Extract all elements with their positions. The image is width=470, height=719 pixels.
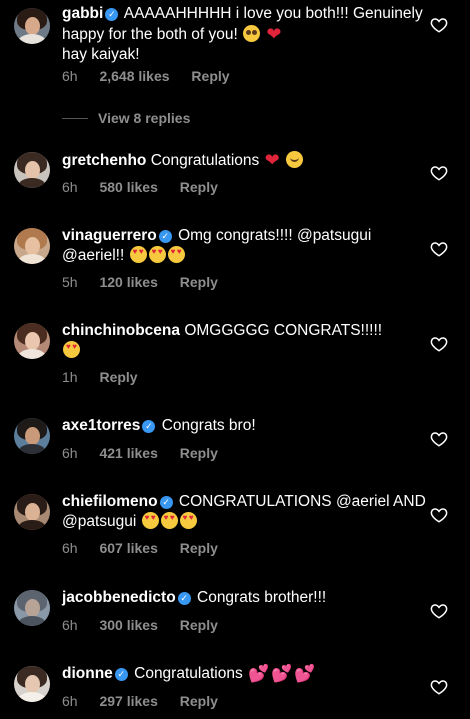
comment-time: 6h (62, 693, 78, 709)
verified-badge-icon: ✓ (158, 230, 172, 243)
like-heart-icon[interactable] (430, 506, 448, 524)
username[interactable]: vinaguerrero (62, 227, 157, 244)
comment-body: vinaguerrero ✓ Omg congrats!!!! @patsugui… (62, 226, 432, 266)
likes-count[interactable]: 297 likes (99, 693, 157, 709)
comment-body: axe1torres ✓ Congrats bro! (62, 416, 432, 436)
comment-text: Congratulations (150, 152, 260, 169)
avatar[interactable] (14, 228, 50, 264)
comment-meta: 6h 300 likes Reply (62, 617, 236, 633)
two-hearts-emoji-icon: 💕 (294, 664, 316, 683)
comment-text-line-2: hay kaiyak! (62, 46, 140, 63)
reply-button[interactable]: Reply (180, 445, 218, 461)
comment-meta: 6h 607 likes Reply (62, 540, 236, 556)
likes-count[interactable]: 2,648 likes (99, 68, 169, 84)
comment-time: 5h (62, 274, 78, 290)
likes-count[interactable]: 300 likes (99, 617, 157, 633)
comment-text: Congrats bro! (161, 417, 256, 434)
avatar[interactable] (14, 8, 50, 44)
comment-meta: 1h Reply (62, 369, 156, 385)
like-heart-icon[interactable] (430, 430, 448, 448)
verified-badge-icon: ✓ (105, 8, 119, 21)
view-replies-label: View 8 replies (98, 110, 191, 126)
heart-eyes-emoji-icon (141, 512, 159, 529)
avatar[interactable] (14, 590, 50, 626)
avatar[interactable] (14, 494, 50, 530)
likes-count[interactable]: 421 likes (99, 445, 157, 461)
comment-body: dionne ✓ Congratulations 💕 💕 💕 (62, 664, 432, 684)
username[interactable]: jacobbenedicto (62, 589, 176, 606)
likes-count[interactable]: 607 likes (99, 540, 157, 556)
like-heart-icon[interactable] (430, 678, 448, 696)
two-hearts-emoji-icon: 💕 (271, 664, 293, 683)
like-heart-icon[interactable] (430, 602, 448, 620)
verified-badge-icon: ✓ (114, 668, 128, 681)
heart-eyes-emoji-icon (148, 246, 166, 263)
like-heart-icon[interactable] (430, 164, 448, 182)
comment-body: gabbi ✓ AAAAAHHHHH i love you both!!! Gen… (62, 4, 432, 65)
comment-meta: 6h 421 likes Reply (62, 445, 236, 461)
comment-time: 6h (62, 617, 78, 633)
comment-meta: 5h 120 likes Reply (62, 274, 236, 290)
heart-eyes-emoji-icon (160, 512, 178, 529)
replies-divider-line (62, 118, 88, 119)
like-heart-icon[interactable] (430, 240, 448, 258)
avatar[interactable] (14, 152, 50, 188)
reply-button[interactable]: Reply (180, 179, 218, 195)
red-heart-emoji-icon: ❤ (264, 150, 280, 170)
reply-button[interactable]: Reply (180, 617, 218, 633)
comment-body: chinchinobcena OMGGGGG CONGRATS!!!!! (62, 321, 432, 361)
comment-body: gretchenho Congratulations ❤ (62, 150, 432, 171)
view-replies-button[interactable]: View 8 replies (62, 110, 190, 126)
reply-button[interactable]: Reply (180, 693, 218, 709)
two-hearts-emoji-icon: 💕 (248, 664, 270, 683)
verified-badge-icon: ✓ (177, 592, 191, 605)
pleading-face-emoji-icon (243, 25, 261, 42)
verified-badge-icon: ✓ (142, 420, 156, 433)
username[interactable]: chinchinobcena (62, 322, 180, 339)
reply-button[interactable]: Reply (191, 68, 229, 84)
comment-time: 6h (62, 445, 78, 461)
likes-count[interactable]: 580 likes (99, 179, 157, 195)
comment-meta: 6h 580 likes Reply (62, 179, 236, 195)
comment-body: jacobbenedicto ✓ Congrats brother!!! (62, 588, 432, 608)
username[interactable]: gretchenho (62, 152, 146, 169)
comment-meta: 6h 2,648 likes Reply (62, 68, 248, 84)
comment-text: Congrats brother!!! (197, 589, 327, 606)
like-heart-icon[interactable] (430, 335, 448, 353)
comment-text: OMGGGGG CONGRATS!!!!! (184, 322, 383, 339)
comment-body: chiefilomeno ✓ CONGRATULATIONS @aeriel AN… (62, 492, 432, 532)
comment-meta: 6h 297 likes Reply (62, 693, 236, 709)
comment-time: 1h (62, 369, 78, 385)
reply-button[interactable]: Reply (99, 369, 137, 385)
username[interactable]: chiefilomeno (62, 493, 158, 510)
heart-eyes-emoji-icon (167, 246, 185, 263)
likes-count[interactable]: 120 likes (99, 274, 157, 290)
red-heart-emoji-icon: ❤ (266, 24, 282, 44)
reply-button[interactable]: Reply (180, 540, 218, 556)
comment-time: 6h (62, 179, 78, 195)
comment-time: 6h (62, 540, 78, 556)
heart-eyes-emoji-icon (63, 341, 80, 358)
username[interactable]: axe1torres (62, 417, 140, 434)
verified-badge-icon: ✓ (159, 496, 173, 509)
avatar[interactable] (14, 666, 50, 702)
avatar[interactable] (14, 323, 50, 359)
avatar[interactable] (14, 418, 50, 454)
hugging-face-emoji-icon (286, 151, 304, 168)
reply-button[interactable]: Reply (180, 274, 218, 290)
comment-time: 6h (62, 68, 78, 84)
username[interactable]: dionne (62, 665, 113, 682)
comment-text: Congratulations (134, 665, 243, 682)
heart-eyes-emoji-icon (129, 246, 147, 263)
heart-eyes-emoji-icon (179, 512, 197, 529)
like-heart-icon[interactable] (430, 16, 448, 34)
username[interactable]: gabbi (62, 5, 103, 22)
